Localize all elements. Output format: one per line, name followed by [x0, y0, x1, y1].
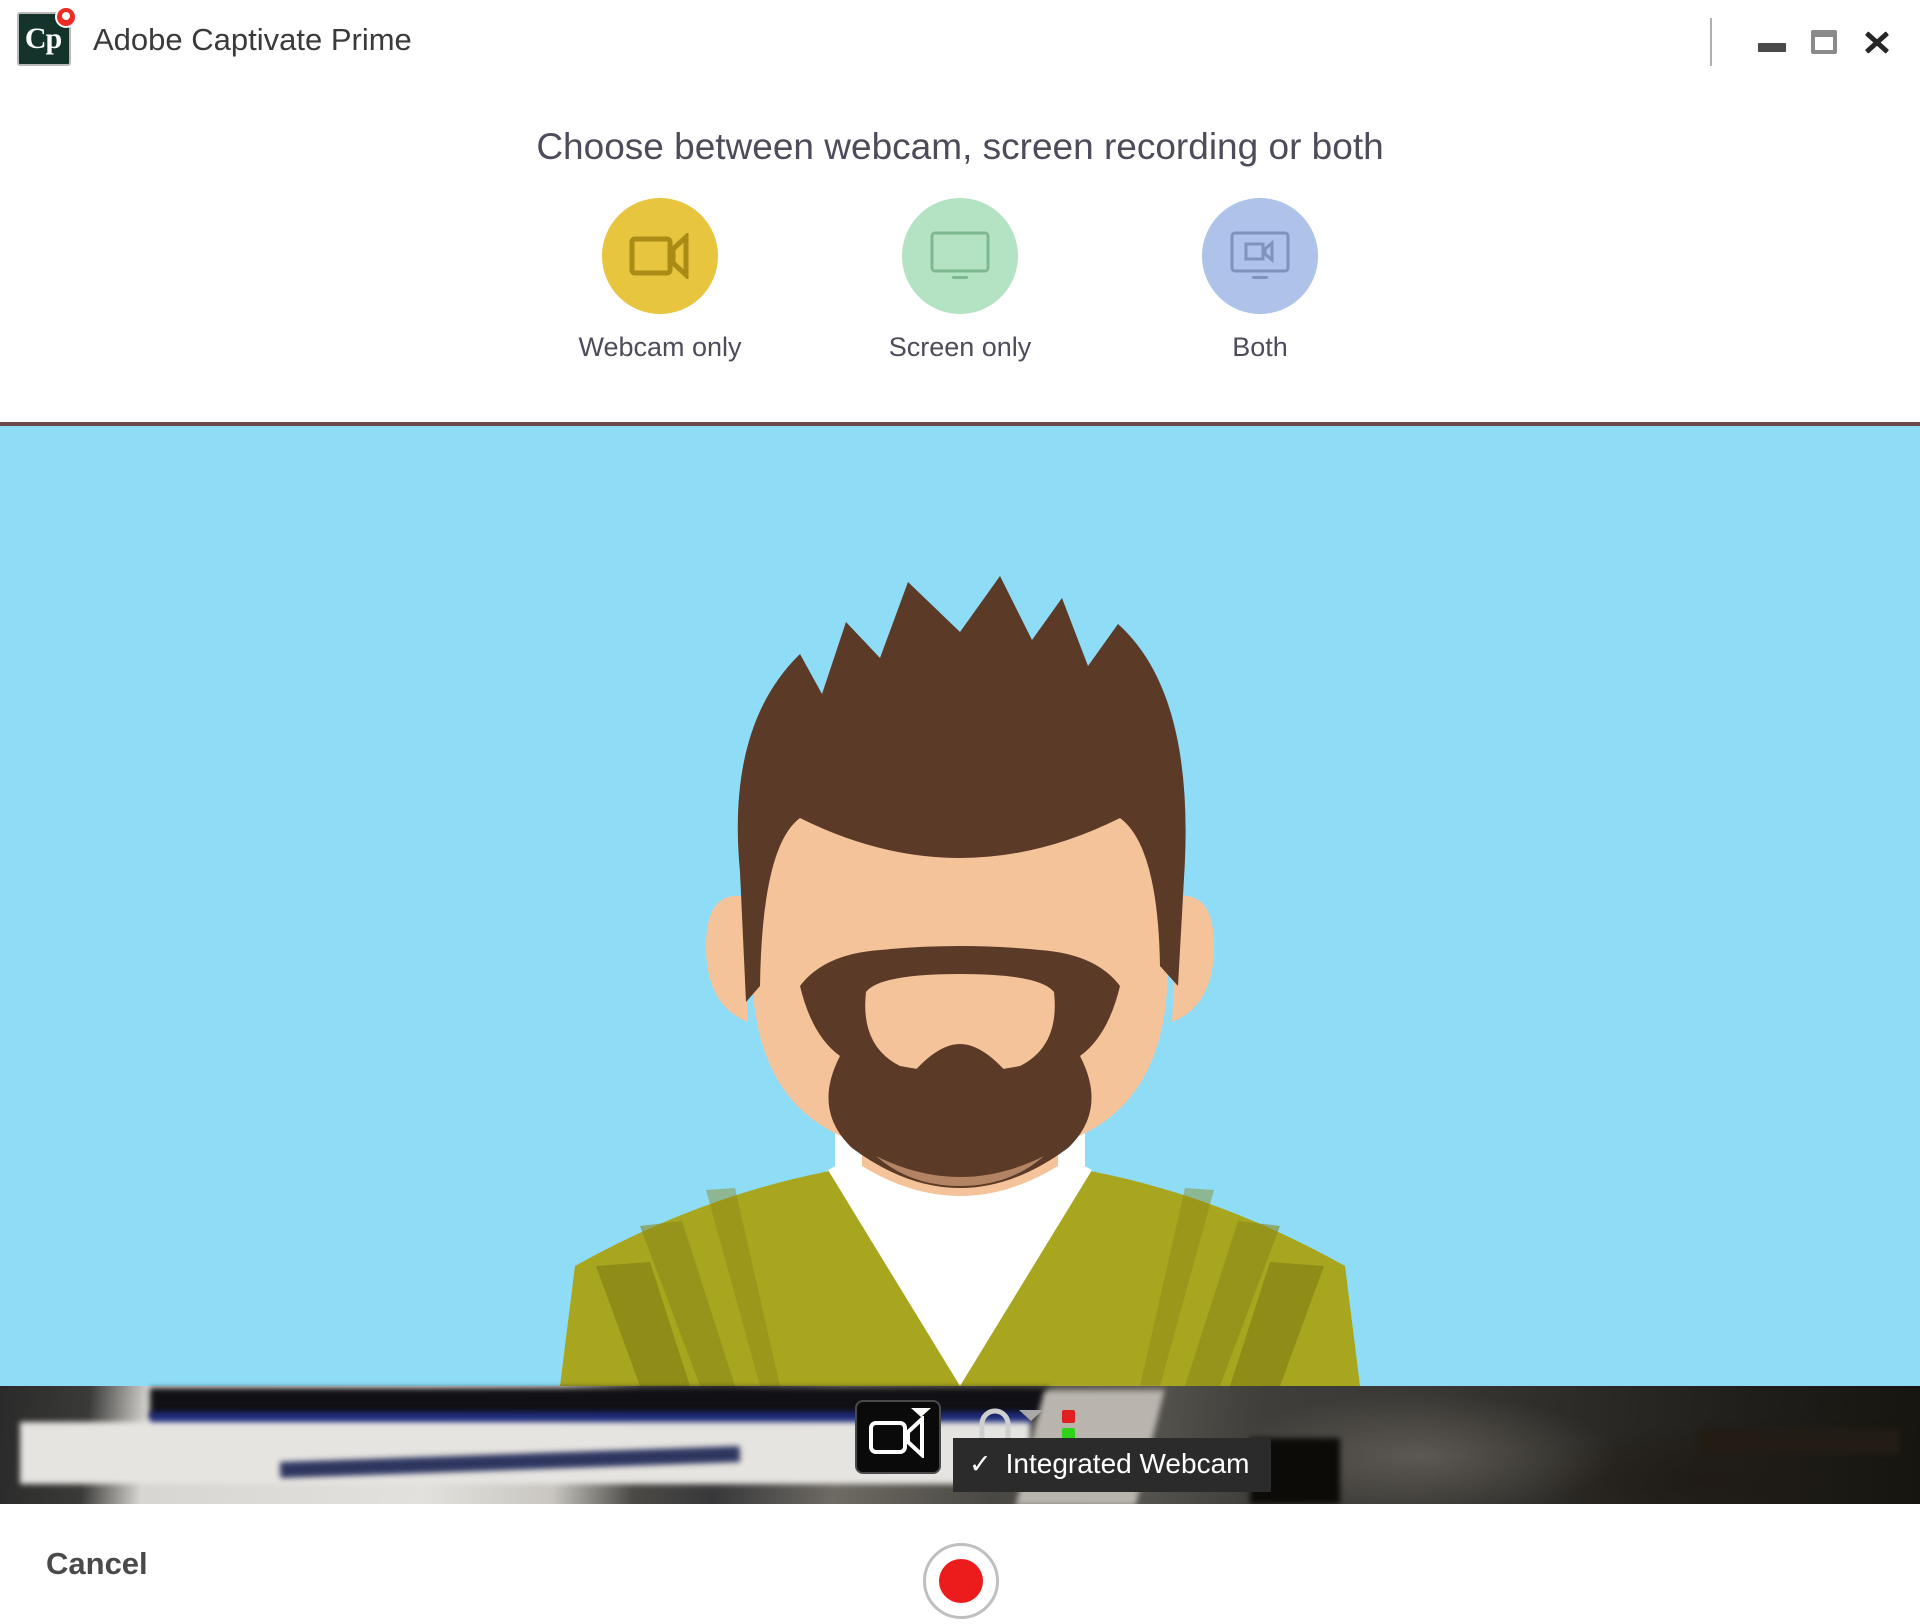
mode-option-screen-only[interactable]: Screen only	[872, 198, 1048, 363]
maximize-icon	[1811, 30, 1837, 54]
minimize-icon	[1758, 42, 1786, 52]
chooser-title: Choose between webcam, screen recording …	[536, 126, 1384, 167]
webcam-only-circle	[602, 198, 718, 314]
video-preview: ✓ Integrated Webcam	[0, 422, 1920, 1504]
camera-control-bar: ✓ Integrated Webcam	[0, 1386, 1920, 1504]
mode-label-webcam-only: Webcam only	[578, 332, 742, 362]
mode-options: Webcam only Screen only Both	[0, 198, 1920, 363]
led-red-icon	[1062, 1410, 1075, 1423]
title-bar: Cp Adobe Captivate Prime	[0, 0, 1920, 88]
cancel-button[interactable]: Cancel	[46, 1546, 148, 1582]
app-logo-text: Cp	[24, 22, 62, 55]
app-logo: Cp	[17, 6, 77, 66]
record-dot-icon	[939, 1559, 983, 1603]
window-controls	[1710, 18, 1902, 66]
check-icon: ✓	[969, 1448, 992, 1479]
app-title: Adobe Captivate Prime	[93, 22, 412, 57]
close-icon	[1861, 27, 1891, 57]
camera-source-button[interactable]	[855, 1400, 941, 1474]
avatar-illustration	[0, 426, 1920, 1386]
avatar-figure	[0, 426, 1920, 1386]
video-camera-icon	[869, 1416, 924, 1458]
logo-notification-badge-icon	[55, 6, 77, 28]
video-camera-icon	[629, 233, 689, 279]
mode-option-webcam-only[interactable]: Webcam only	[572, 198, 748, 363]
camera-source-dropdown[interactable]: ✓ Integrated Webcam	[953, 1438, 1272, 1492]
mode-label-both: Both	[1232, 332, 1288, 362]
dropdown-item-integrated-webcam[interactable]: Integrated Webcam	[1006, 1448, 1250, 1480]
maximize-button[interactable]	[1798, 18, 1850, 66]
monitor-with-camera-icon	[1230, 231, 1290, 279]
minimize-button[interactable]	[1746, 18, 1798, 66]
mode-label-screen-only: Screen only	[888, 332, 1032, 362]
caret-down-icon	[1019, 1410, 1043, 1421]
monitor-icon	[930, 231, 990, 279]
status-indicator-leds	[1062, 1410, 1075, 1441]
caret-down-icon	[911, 1408, 931, 1417]
window-controls-separator	[1710, 18, 1712, 66]
record-button[interactable]	[923, 1543, 999, 1619]
both-circle	[1202, 198, 1318, 314]
screen-only-circle	[902, 198, 1018, 314]
mode-chooser-section: Choose between webcam, screen recording …	[0, 88, 1920, 422]
mode-option-both[interactable]: Both	[1172, 198, 1348, 363]
close-button[interactable]	[1850, 18, 1902, 66]
